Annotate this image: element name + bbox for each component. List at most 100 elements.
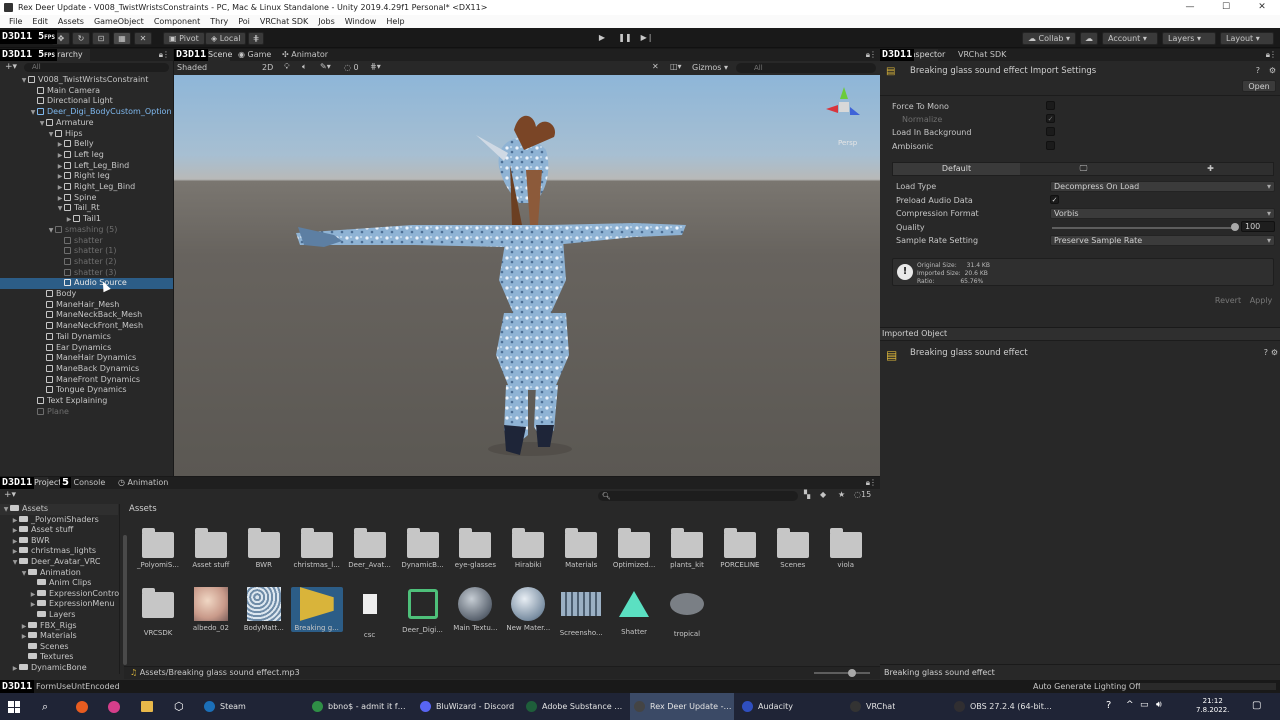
hierarchy-row[interactable]: Tail Dynamics — [0, 332, 173, 343]
menu-vrchat-sdk[interactable]: VRChat SDK — [255, 15, 313, 28]
hierarchy-row[interactable]: ManeNeckBack_Mesh — [0, 310, 173, 321]
folder-tree-item[interactable]: ▶ christmas_lights — [11, 546, 96, 557]
collab-button[interactable]: ☁ Collab ▾ — [1022, 32, 1077, 45]
taskbar-app-button[interactable]: BluWizard - Discord — [416, 693, 520, 720]
icon-size-slider[interactable] — [814, 669, 870, 677]
menu-thry[interactable]: Thry — [205, 15, 233, 28]
tab-platform-android[interactable]: ✚ — [1147, 163, 1274, 175]
hierarchy-row[interactable]: shatter — [0, 236, 173, 247]
layers-dropdown[interactable]: Layers ▾ — [1162, 32, 1216, 45]
folder-tree-item[interactable]: ▼ Assets — [0, 504, 118, 515]
quality-slider-handle[interactable] — [1231, 223, 1239, 231]
hierarchy-row[interactable]: shatter (3) — [0, 268, 173, 279]
hidden-count[interactable]: ◌15 — [854, 490, 871, 499]
compression-format-dropdown[interactable]: Vorbis — [1050, 208, 1275, 219]
tab-game[interactable]: ◉ Game — [234, 49, 275, 61]
grid-snap-button[interactable]: ⋕ — [248, 32, 264, 45]
hierarchy-row[interactable]: Main Camera — [0, 86, 173, 97]
asset-folder[interactable]: christmas_l... — [291, 527, 343, 569]
asset-folder[interactable]: Scenes — [767, 527, 819, 569]
transform-tool-button[interactable]: ✕ — [134, 32, 152, 45]
tray-chevron-icon[interactable]: ^ — [1126, 700, 1134, 710]
hierarchy-row[interactable]: ▼ Armature — [0, 118, 173, 129]
rect-tool-button[interactable]: ▦ — [113, 32, 131, 45]
preview-bar[interactable]: Breaking glass sound effect — [880, 664, 1280, 680]
folder-tree-item[interactable]: ▶ Asset stuff — [11, 525, 74, 536]
menu-jobs[interactable]: Jobs — [313, 15, 340, 28]
asset-pattern[interactable]: BodyMatt... — [238, 587, 290, 632]
volume-icon[interactable]: 🔊︎ — [1156, 700, 1162, 710]
asset-folder[interactable]: Optimized... — [608, 527, 660, 569]
hierarchy-row[interactable]: ManeFront Dynamics — [0, 375, 173, 386]
settings-gear-icon[interactable]: ⚙ — [1269, 66, 1276, 75]
folder-tree-item[interactable]: Anim Clips — [29, 578, 91, 589]
asset-audio[interactable]: Breaking g... — [290, 587, 343, 632]
help-icon[interactable]: ? — [1256, 66, 1260, 75]
asset-doc[interactable]: csc — [344, 587, 396, 639]
help-icon[interactable]: ? — [1264, 348, 1268, 357]
browser-icon[interactable] — [76, 701, 88, 713]
tab-platform-default[interactable]: Default — [893, 163, 1020, 175]
gizmos-dropdown[interactable]: Gizmos ▾ — [692, 63, 728, 72]
folder-tree-item[interactable]: ▼ Deer_Avatar_VRC — [11, 557, 101, 569]
menu-gameobject[interactable]: GameObject — [89, 15, 149, 28]
more-icon[interactable]: ⋮ — [162, 49, 170, 61]
app-icon[interactable] — [108, 701, 120, 713]
menu-poi[interactable]: Poi — [233, 15, 255, 28]
tab-platform-standalone[interactable]: 🖵︎ — [1020, 163, 1147, 175]
file-explorer-icon[interactable] — [141, 701, 153, 712]
scale-tool-button[interactable]: ⊡ — [92, 32, 110, 45]
preload-audio-checkbox[interactable]: ✓ — [1050, 195, 1059, 204]
hierarchy-row[interactable]: Ear Dynamics — [0, 343, 173, 354]
hierarchy-row[interactable]: ManeHair_Mesh — [0, 300, 173, 311]
shading-dropdown[interactable]: Shaded — [177, 63, 237, 72]
project-search-input[interactable]: 🔍︎ — [598, 491, 798, 501]
asset-tropical[interactable]: tropical — [661, 587, 713, 638]
account-dropdown[interactable]: Account ▾ — [1102, 32, 1158, 45]
quality-slider-track[interactable] — [1052, 227, 1236, 229]
force-mono-checkbox[interactable] — [1046, 101, 1055, 110]
asset-folder[interactable]: Hirabiki — [502, 527, 554, 569]
hierarchy-row[interactable]: Body — [0, 289, 173, 300]
hierarchy-row[interactable]: ManeNeckFront_Mesh — [0, 321, 173, 332]
expand-arrow-icon[interactable]: ▼ — [11, 558, 19, 569]
menu-assets[interactable]: Assets — [53, 15, 89, 28]
hierarchy-row[interactable]: ManeBack Dynamics — [0, 364, 173, 375]
asset-folder[interactable]: Deer_Avat... — [344, 527, 396, 569]
taskbar-app-button[interactable]: Rex Deer Update - ... — [630, 693, 734, 720]
menu-help[interactable]: Help — [381, 15, 409, 28]
audio-icon[interactable]: 🔈︎ — [302, 62, 307, 72]
asset-folder[interactable]: BWR — [238, 527, 290, 569]
apply-button[interactable]: Apply — [1246, 295, 1276, 307]
asset-shatter[interactable]: Shatter — [608, 587, 660, 636]
asset-folder[interactable]: Materials — [555, 527, 607, 569]
windows-start-icon[interactable] — [8, 701, 20, 713]
hierarchy-row[interactable]: shatter (1) — [0, 246, 173, 257]
tab-animator[interactable]: ✣ Animator — [278, 49, 332, 61]
asset-folder[interactable]: VRCSDK — [132, 587, 184, 637]
load-background-checkbox[interactable] — [1046, 127, 1055, 136]
folder-tree-item[interactable]: Scenes — [20, 642, 69, 653]
folder-tree-item[interactable]: ▼ Animation — [20, 568, 81, 579]
asset-albedo[interactable]: albedo_02 — [185, 587, 237, 632]
taskbar-app-button[interactable]: bbno$ - admit it fe... — [308, 693, 412, 720]
asset-screenshot[interactable]: Screensho... — [555, 587, 607, 637]
hidden-objects-toggle[interactable]: ◌ 0 — [344, 63, 359, 72]
taskbar-app-button[interactable]: Adobe Substance 3... — [522, 693, 626, 720]
hierarchy-row[interactable]: ▶ Belly — [0, 139, 173, 150]
hierarchy-row[interactable]: Audio Source — [0, 278, 173, 289]
hierarchy-row[interactable]: ManeHair Dynamics — [0, 353, 173, 364]
menu-edit[interactable]: Edit — [27, 15, 53, 28]
effects-icon[interactable]: ✎▾ — [320, 62, 331, 71]
taskbar-app-button[interactable]: OBS 27.2.4 (64-bit, ... — [950, 693, 1054, 720]
folder-tree-item[interactable]: Layers — [29, 610, 75, 621]
filter-type-icon[interactable]: ▚ — [804, 490, 810, 499]
hierarchy-row[interactable]: ▼ smashing (5) — [0, 225, 173, 236]
tools-icon[interactable]: ✕ — [652, 62, 659, 71]
breadcrumb[interactable]: Assets — [129, 504, 157, 514]
asset-folder[interactable]: viola — [820, 527, 872, 569]
expand-arrow-icon[interactable]: ▼ — [20, 569, 28, 580]
hierarchy-row[interactable]: Plane — [0, 407, 173, 418]
orientation-gizmo-icon[interactable] — [824, 85, 864, 125]
unity-hub-icon[interactable]: ⬡ — [174, 700, 184, 713]
